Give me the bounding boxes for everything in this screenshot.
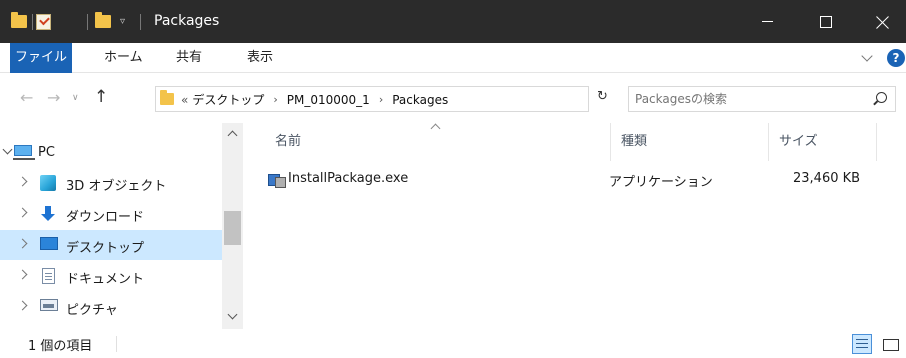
exe-icon: [268, 174, 286, 188]
expand-icon[interactable]: [17, 300, 28, 311]
downloads-icon: [40, 206, 56, 221]
address-bar[interactable]: « デスクトップ › PM_010000_1 › Packages ∨: [155, 86, 734, 112]
details-view-icon[interactable]: [852, 334, 872, 354]
item-count: 1 個の項目: [28, 339, 93, 354]
breadcrumb-separator[interactable]: ›: [273, 93, 277, 106]
recent-locations-button[interactable]: ∨: [72, 93, 79, 103]
sidebar-item-label: 3D オブジェクト: [66, 179, 167, 194]
expand-icon[interactable]: [17, 176, 28, 187]
new-folder-icon[interactable]: [95, 0, 111, 43]
status-divider: [116, 336, 117, 352]
column-header-size[interactable]: サイズ: [779, 123, 818, 161]
ribbon: ファイル ホーム 共有 表示 ?: [0, 43, 906, 73]
file-name[interactable]: InstallPackage.exe: [288, 171, 408, 186]
search-input[interactable]: [635, 90, 855, 108]
customize-dropdown-icon[interactable]: ▿: [120, 0, 125, 43]
file-size: 23,460 KB: [793, 171, 861, 186]
column-header-type[interactable]: 種類: [621, 123, 647, 161]
breadcrumb-packages[interactable]: Packages: [392, 93, 448, 107]
search-icon[interactable]: [876, 92, 887, 103]
search-box[interactable]: [628, 86, 896, 112]
tab-view[interactable]: 表示: [247, 43, 273, 73]
up-button[interactable]: ↑: [94, 87, 108, 107]
tab-file[interactable]: ファイル: [10, 43, 72, 73]
window-title: Packages: [154, 13, 220, 29]
sidebar-item-pc[interactable]: PC: [0, 138, 222, 168]
forward-button[interactable]: →: [47, 88, 60, 107]
column-divider[interactable]: [768, 123, 769, 161]
folder-icon[interactable]: [11, 0, 27, 43]
column-header-name[interactable]: 名前: [275, 123, 301, 161]
sidebar-item-label: PC: [38, 145, 55, 160]
close-icon: [876, 15, 890, 29]
collapse-icon[interactable]: [2, 144, 13, 155]
sidebar-item-label: ドキュメント: [66, 272, 145, 287]
file-row[interactable]: InstallPackage.exe アプリケーション 23,460 KB: [268, 168, 888, 192]
sidebar-item-label: デスクトップ: [66, 241, 145, 256]
address-row: ← → ∨ ↑ « デスクトップ › PM_010000_1 › Package…: [0, 74, 906, 123]
sidebar-item-label: ダウンロード: [66, 210, 145, 225]
minimize-icon: [761, 21, 773, 22]
tab-home[interactable]: ホーム: [104, 43, 143, 73]
title-bar: ▿ Packages: [0, 0, 906, 43]
scrollbar-thumb[interactable]: [224, 211, 241, 245]
column-divider[interactable]: [610, 123, 611, 161]
maximize-icon: [820, 15, 832, 28]
toolbar-divider: [140, 14, 141, 30]
toolbar-divider: [87, 14, 88, 30]
properties-icon[interactable]: [36, 0, 51, 43]
sort-ascending-icon: [430, 123, 441, 134]
sidebar-item-label: ピクチャ: [66, 303, 118, 318]
tab-share[interactable]: 共有: [176, 43, 202, 73]
status-bar: 1 個の項目: [0, 329, 906, 358]
expand-icon[interactable]: [17, 238, 28, 249]
expand-icon[interactable]: [17, 207, 28, 218]
navigation-pane: PC 3D オブジェクト ダウンロード デスクトップ ドキュメント ピクチャ: [0, 123, 248, 329]
sidebar-item-desktop[interactable]: デスクトップ: [0, 230, 222, 260]
large-icons-view-icon[interactable]: [880, 334, 900, 354]
file-type: アプリケーション: [609, 175, 713, 190]
back-button[interactable]: ←: [20, 88, 33, 107]
overflow-chevron[interactable]: «: [181, 93, 188, 107]
help-icon[interactable]: ?: [887, 49, 905, 67]
pc-icon: [13, 145, 35, 160]
breadcrumb: « デスクトップ › PM_010000_1 › Packages: [181, 91, 448, 108]
column-divider[interactable]: [876, 123, 877, 161]
file-list: 名前 種類 サイズ InstallPackage.exe アプリケーション 23…: [248, 123, 906, 329]
expand-icon[interactable]: [17, 269, 28, 280]
refresh-button[interactable]: ↻: [597, 90, 611, 104]
sidebar-item-documents[interactable]: ドキュメント: [0, 261, 222, 291]
folder-icon: [160, 90, 174, 109]
3d-objects-icon: [40, 175, 56, 191]
sidebar-item-3d-objects[interactable]: 3D オブジェクト: [0, 168, 222, 198]
breadcrumb-pm-folder[interactable]: PM_010000_1: [287, 93, 370, 107]
scroll-up-icon[interactable]: [227, 130, 238, 141]
maximize-button[interactable]: [803, 0, 849, 43]
sidebar-item-downloads[interactable]: ダウンロード: [0, 199, 222, 229]
minimize-button[interactable]: [744, 0, 790, 43]
pictures-icon: [40, 299, 58, 311]
breadcrumb-separator[interactable]: ›: [379, 93, 383, 106]
desktop-icon: [40, 237, 58, 250]
expand-ribbon-icon[interactable]: [861, 50, 873, 62]
breadcrumb-desktop[interactable]: デスクトップ: [192, 91, 264, 108]
toolbar-divider: [32, 14, 33, 30]
sidebar-item-pictures[interactable]: ピクチャ: [0, 292, 222, 322]
navigation-scrollbar[interactable]: [222, 123, 243, 329]
documents-icon: [42, 268, 55, 284]
scroll-down-icon[interactable]: [227, 309, 238, 320]
close-button[interactable]: [860, 0, 906, 43]
